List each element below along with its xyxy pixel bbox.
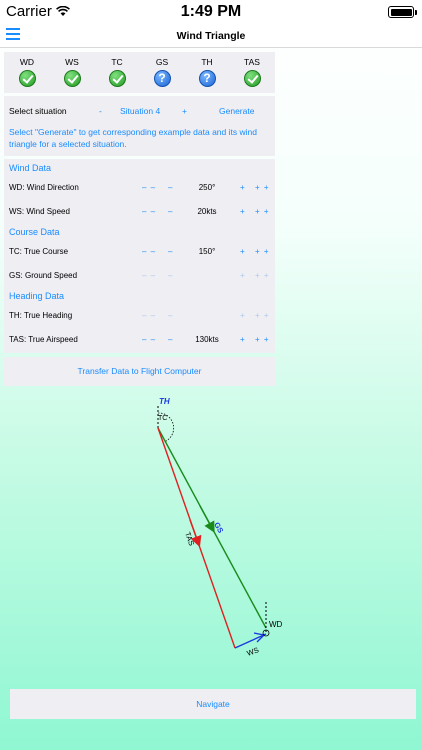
data-entry-panel: Wind Data WD: Wind Direction – – – 250° … xyxy=(4,159,275,353)
status-ws: WS xyxy=(50,57,94,87)
row-value: 20kts xyxy=(197,207,217,216)
increment-large-button[interactable]: + + xyxy=(255,335,270,344)
decrement-large-button[interactable]: – – xyxy=(142,207,156,216)
decrement-large-button[interactable]: – – xyxy=(142,271,156,280)
increment-button[interactable]: + xyxy=(240,271,245,280)
row-value: 130kts xyxy=(195,335,219,344)
row-value: 150° xyxy=(198,247,216,256)
increment-button[interactable]: + xyxy=(240,207,245,216)
question-mark-icon: ? xyxy=(153,70,171,87)
clock: 1:49 PM xyxy=(180,3,242,20)
row-value: 250° xyxy=(198,183,216,192)
checkmark-icon xyxy=(243,70,261,87)
row-label: TC: True Course xyxy=(9,247,69,256)
increment-large-button[interactable]: + + xyxy=(255,311,270,320)
wind-speed-vector xyxy=(234,633,267,649)
status-gs: GS ? xyxy=(140,57,184,87)
battery-icon xyxy=(388,6,417,18)
row-label: TH: True Heading xyxy=(9,311,73,320)
status-label: GS xyxy=(155,57,169,67)
heading-data-heading: Heading Data xyxy=(9,291,65,301)
increment-large-button[interactable]: + + xyxy=(255,207,270,216)
status-label: TH xyxy=(201,57,213,67)
wd-label: WD xyxy=(269,620,283,629)
decrement-button[interactable]: – xyxy=(168,335,172,344)
navigate-button[interactable]: Navigate xyxy=(10,689,416,719)
increment-button[interactable]: + xyxy=(240,311,245,320)
tc-label: TC xyxy=(158,415,167,422)
increment-large-button[interactable]: + + xyxy=(255,183,270,192)
decrement-button[interactable]: – xyxy=(168,207,172,216)
increment-large-button[interactable]: + + xyxy=(255,271,270,280)
decrement-large-button[interactable]: – – xyxy=(142,247,156,256)
true-heading-row: TH: True Heading – – – + + + xyxy=(4,311,275,325)
status-wd: WD xyxy=(5,57,49,87)
decrement-button[interactable]: – xyxy=(168,183,172,192)
status-bar: Carrier 1:49 PM xyxy=(0,0,422,24)
checkmark-icon xyxy=(63,70,81,87)
navigation-bar: Wind Triangle xyxy=(0,24,422,48)
data-status-panel: WD WS TC GS ? TH ? TAS xyxy=(4,52,275,93)
increment-button[interactable]: + xyxy=(240,335,245,344)
decrement-large-button[interactable]: – – xyxy=(142,335,156,344)
status-tas: TAS xyxy=(230,57,274,87)
situation-decrement-button[interactable]: - xyxy=(99,106,102,116)
decrement-button[interactable]: – xyxy=(168,247,172,256)
true-airspeed-row: TAS: True Airspeed – – – 130kts + + + xyxy=(4,335,275,349)
status-label: TC xyxy=(111,57,123,67)
generate-button[interactable]: Generate xyxy=(219,106,254,116)
ground-speed-row: GS: Ground Speed – – – + + + xyxy=(4,271,275,285)
situation-increment-button[interactable]: + xyxy=(182,106,187,116)
course-data-heading: Course Data xyxy=(9,227,60,237)
situation-value: Situation 4 xyxy=(120,106,161,116)
wind-direction-row: WD: Wind Direction – – – 250° + + + xyxy=(4,183,275,197)
row-label: TAS: True Airspeed xyxy=(9,335,78,344)
row-label: WS: Wind Speed xyxy=(9,207,70,216)
transfer-data-button[interactable]: Transfer Data to Flight Computer xyxy=(4,357,275,386)
ground-speed-arrow xyxy=(199,505,215,533)
status-label: WD xyxy=(19,57,35,67)
row-label: WD: Wind Direction xyxy=(9,183,79,192)
status-label: WS xyxy=(65,57,79,67)
row-label: GS: Ground Speed xyxy=(9,271,78,280)
situation-panel: Select situation - Situation 4 + Generat… xyxy=(4,96,275,156)
checkmark-icon xyxy=(108,70,126,87)
decrement-button[interactable]: – xyxy=(168,271,172,280)
status-tc: TC xyxy=(95,57,139,87)
question-mark-icon: ? xyxy=(198,70,216,87)
decrement-button[interactable]: – xyxy=(168,311,172,320)
wind-data-heading: Wind Data xyxy=(9,163,52,173)
increment-button[interactable]: + xyxy=(240,183,245,192)
wind-speed-row: WS: Wind Speed – – – 20kts + + + xyxy=(4,207,275,221)
situation-description: Select "Generate" to get corresponding e… xyxy=(9,127,257,149)
th-label: TH xyxy=(159,397,170,406)
page-title: Wind Triangle xyxy=(176,30,246,42)
decrement-large-button[interactable]: – – xyxy=(142,311,156,320)
decrement-large-button[interactable]: – – xyxy=(142,183,156,192)
status-label: TAS xyxy=(244,57,260,67)
true-course-row: TC: True Course – – – 150° + + + xyxy=(4,247,275,261)
wind-triangle-diagram: TH TC GS TAS WS WD xyxy=(157,397,283,658)
status-th: TH ? xyxy=(185,57,229,87)
situation-label: Select situation xyxy=(9,106,67,116)
checkmark-icon xyxy=(18,70,36,87)
increment-large-button[interactable]: + + xyxy=(255,247,270,256)
increment-button[interactable]: + xyxy=(240,247,245,256)
ws-label: WS xyxy=(246,645,260,658)
